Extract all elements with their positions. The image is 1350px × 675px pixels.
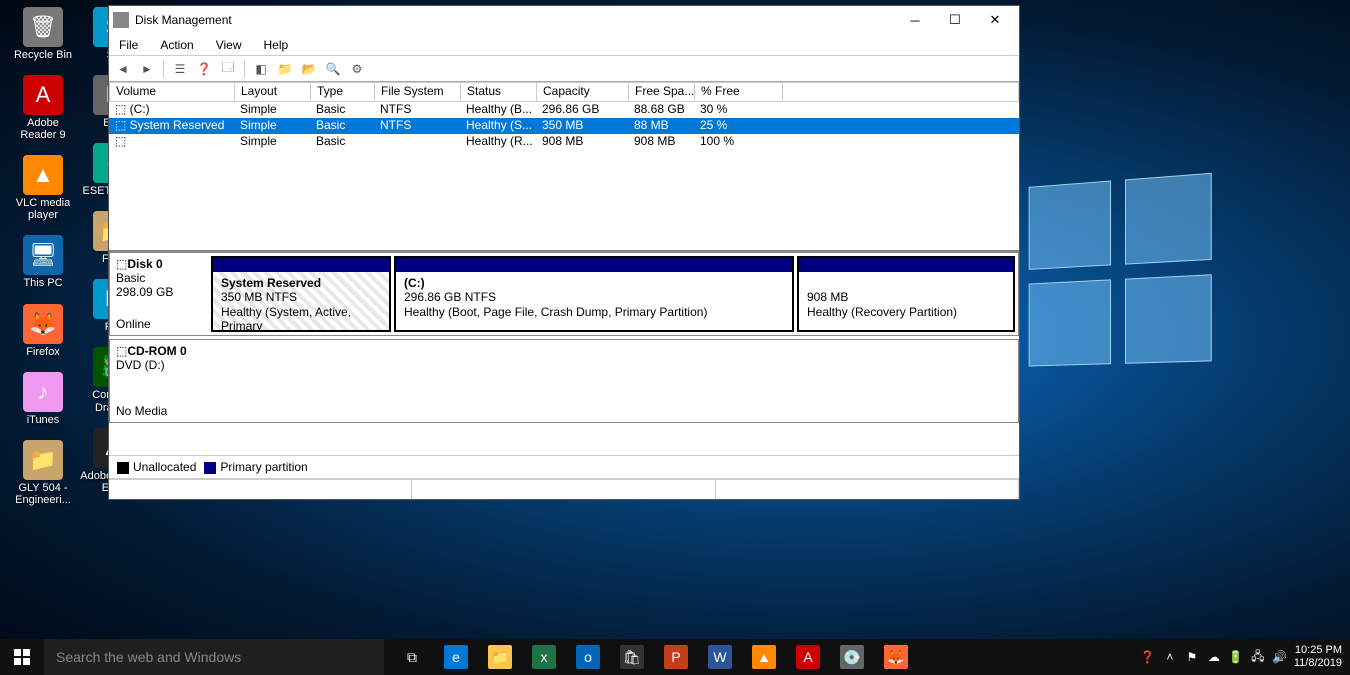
back-icon[interactable]: ◄ — [113, 59, 133, 79]
app-icon — [113, 12, 129, 28]
start-button[interactable] — [0, 639, 44, 675]
partition[interactable]: 908 MBHealthy (Recovery Partition) — [797, 256, 1015, 332]
statusbar — [109, 479, 1019, 499]
volume-icon[interactable]: 🔊 — [1272, 649, 1288, 665]
refresh-icon[interactable]: ❓ — [194, 59, 214, 79]
desktop-icon[interactable]: ▲VLC media player — [8, 153, 78, 223]
volume-row[interactable]: ⬚ (C:)SimpleBasicNTFSHealthy (B...296.86… — [109, 102, 1019, 118]
tray-chevron-icon[interactable]: ˄ — [1162, 649, 1178, 665]
desktop-icon[interactable]: 📁GLY 504 - Engineeri... — [8, 438, 78, 508]
toolbar-icon[interactable]: 🔍 — [323, 59, 343, 79]
col-pct[interactable]: % Free — [694, 82, 782, 102]
toolbar-icon[interactable]: ⚙ — [347, 59, 367, 79]
col-spacer — [782, 82, 1019, 102]
forward-icon[interactable]: ► — [137, 59, 157, 79]
toolbar: ◄ ► ☰ ❓ 🗔 ◧ 📁 📂 🔍 ⚙ — [109, 56, 1019, 82]
maximize-button[interactable]: ☐ — [935, 8, 975, 32]
taskbar-app-outlook[interactable]: o — [566, 639, 610, 675]
menu-help[interactable]: Help — [260, 36, 293, 54]
toolbar-icon[interactable]: 🗔 — [218, 59, 238, 79]
taskbar-app-task-view[interactable]: ⧉ — [390, 639, 434, 675]
menu-file[interactable]: File — [115, 36, 142, 54]
taskbar-app-vlc[interactable]: ▲ — [742, 639, 786, 675]
desktop-icon[interactable]: AAdobe Reader 9 — [8, 73, 78, 143]
tray-icon[interactable]: ⚑ — [1184, 649, 1200, 665]
partition[interactable]: (C:)296.86 GB NTFSHealthy (Boot, Page Fi… — [394, 256, 794, 332]
desktop-icon[interactable]: 🦊Firefox — [8, 302, 78, 360]
system-tray: ❓ ˄ ⚑ ☁ 🔋 🖧 🔊 10:25 PM 11/8/2019 — [1132, 644, 1350, 670]
col-free[interactable]: Free Spa... — [628, 82, 694, 102]
taskbar: Search the web and Windows ⧉e📁xo🛍PW▲A💽🦊 … — [0, 639, 1350, 675]
taskbar-app-adobe[interactable]: A — [786, 639, 830, 675]
disk-row[interactable]: ⬚CD-ROM 0DVD (D:)No Media — [109, 339, 1019, 423]
col-capacity[interactable]: Capacity — [536, 82, 628, 102]
col-status[interactable]: Status — [460, 82, 536, 102]
legend-unallocated: Unallocated — [133, 460, 196, 474]
minimize-button[interactable]: ─ — [895, 8, 935, 32]
taskbar-app-disk-mgmt[interactable]: 💽 — [830, 639, 874, 675]
col-type[interactable]: Type — [310, 82, 374, 102]
desktop-icon[interactable]: ♪iTunes — [8, 370, 78, 428]
menu-action[interactable]: Action — [156, 36, 197, 54]
taskbar-app-word[interactable]: W — [698, 639, 742, 675]
partition[interactable]: System Reserved350 MB NTFSHealthy (Syste… — [211, 256, 391, 332]
legend: Unallocated Primary partition — [109, 455, 1019, 479]
desktop-icon[interactable]: 🗑Recycle Bin — [8, 5, 78, 63]
help-icon[interactable]: ❓ — [1140, 649, 1156, 665]
disk-management-window: Disk Management ─ ☐ ✕ File Action View H… — [108, 5, 1020, 500]
clock[interactable]: 10:25 PM 11/8/2019 — [1294, 644, 1342, 670]
titlebar[interactable]: Disk Management ─ ☐ ✕ — [109, 6, 1019, 34]
toolbar-icon[interactable]: ☰ — [170, 59, 190, 79]
col-layout[interactable]: Layout — [234, 82, 310, 102]
search-placeholder: Search the web and Windows — [56, 649, 241, 665]
toolbar-icon[interactable]: ◧ — [251, 59, 271, 79]
close-button[interactable]: ✕ — [975, 8, 1015, 32]
taskbar-app-file-explorer[interactable]: 📁 — [478, 639, 522, 675]
search-input[interactable]: Search the web and Windows — [44, 639, 384, 675]
toolbar-icon[interactable]: 📁 — [275, 59, 295, 79]
legend-primary: Primary partition — [220, 460, 307, 474]
taskbar-app-edge[interactable]: e — [434, 639, 478, 675]
tray-icon[interactable]: ☁ — [1206, 649, 1222, 665]
network-icon[interactable]: 🖧 — [1250, 649, 1266, 665]
windows-wallpaper-logo — [1029, 173, 1212, 367]
disk-row[interactable]: ⬚Disk 0Basic298.09 GBOnlineSystem Reserv… — [109, 252, 1019, 336]
taskbar-app-excel[interactable]: x — [522, 639, 566, 675]
volume-row[interactable]: ⬚ SimpleBasicHealthy (R...908 MB908 MB10… — [109, 134, 1019, 150]
volume-list[interactable]: ⬚ (C:)SimpleBasicNTFSHealthy (B...296.86… — [109, 102, 1019, 252]
taskbar-app-powerpoint[interactable]: P — [654, 639, 698, 675]
col-volume[interactable]: Volume — [109, 82, 234, 102]
window-title: Disk Management — [135, 13, 232, 27]
menu-view[interactable]: View — [212, 36, 246, 54]
battery-icon[interactable]: 🔋 — [1228, 649, 1244, 665]
toolbar-icon[interactable]: 📂 — [299, 59, 319, 79]
taskbar-app-firefox[interactable]: 🦊 — [874, 639, 918, 675]
volume-row[interactable]: ⬚ System ReservedSimpleBasicNTFSHealthy … — [109, 118, 1019, 134]
col-fs[interactable]: File System — [374, 82, 460, 102]
desktop-icon[interactable]: 🖥This PC — [8, 233, 78, 291]
disk-map: ⬚Disk 0Basic298.09 GBOnlineSystem Reserv… — [109, 252, 1019, 426]
menubar: File Action View Help — [109, 34, 1019, 56]
taskbar-app-store[interactable]: 🛍 — [610, 639, 654, 675]
volume-header: Volume Layout Type File System Status Ca… — [109, 82, 1019, 102]
